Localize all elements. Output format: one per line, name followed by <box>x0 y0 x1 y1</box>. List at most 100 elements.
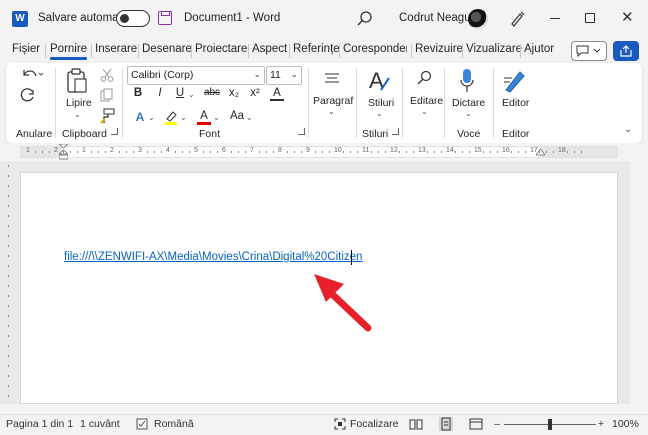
zoom-out-button[interactable]: – <box>494 418 500 430</box>
editor-icon[interactable] <box>502 68 526 94</box>
chevron-down-icon[interactable]: ⌄ <box>465 109 472 118</box>
ruler-tick <box>518 151 519 153</box>
clipboard-launcher-icon[interactable] <box>111 128 118 135</box>
font-name-dropdown[interactable]: Calibri (Corp) ⌄ <box>127 66 265 85</box>
zoom-level[interactable]: 100% <box>612 418 639 430</box>
text-effects-button[interactable]: A <box>131 110 149 124</box>
tab-layout[interactable]: Aspect <box>252 43 287 55</box>
redo-icon[interactable] <box>20 88 36 104</box>
ruler-number: 1 <box>82 147 86 154</box>
tab-file[interactable]: Fișier <box>12 43 40 55</box>
chevron-down-icon[interactable]: ⌄ <box>213 113 220 122</box>
font-launcher-icon[interactable] <box>298 128 305 135</box>
ruler-tick <box>217 151 218 153</box>
tab-insert[interactable]: Inserare <box>95 43 137 55</box>
vertical-scrollbar[interactable] <box>630 161 648 404</box>
subscript-button[interactable]: x₂ <box>227 87 241 99</box>
pen-icon[interactable] <box>508 10 526 28</box>
chevron-down-icon[interactable]: ⌄ <box>328 107 335 116</box>
editor-label[interactable]: Editor <box>502 97 529 109</box>
tab-separator <box>45 44 46 58</box>
close-icon[interactable]: ✕ <box>621 9 634 27</box>
page-count[interactable]: Pagina 1 din 1 <box>6 418 73 430</box>
underline-button[interactable]: U <box>173 87 187 99</box>
microphone-icon[interactable] <box>460 68 474 94</box>
bold-button[interactable]: B <box>131 87 145 99</box>
avatar[interactable] <box>468 9 488 29</box>
chevron-down-icon[interactable]: ⌄ <box>376 109 383 118</box>
zoom-slider-thumb[interactable] <box>548 419 552 430</box>
vruler-tick <box>8 245 9 247</box>
copy-icon[interactable] <box>100 88 114 102</box>
autosave-label: Salvare automată <box>38 12 129 24</box>
strikethrough-button[interactable]: abc <box>202 87 222 98</box>
tab-design[interactable]: Proiectare <box>195 43 247 55</box>
italic-button[interactable]: I <box>153 87 167 99</box>
styles-launcher-icon[interactable] <box>392 128 399 135</box>
highlight-icon[interactable] <box>163 109 179 125</box>
autosave-toggle[interactable] <box>116 10 150 27</box>
word-count[interactable]: 1 cuvânt <box>80 418 120 430</box>
chevron-down-icon[interactable]: ⌄ <box>180 113 187 122</box>
user-name[interactable]: Codrut Neagu <box>399 12 471 24</box>
styles-icon[interactable]: A <box>367 68 391 94</box>
focus-icon[interactable] <box>334 418 346 430</box>
minimize-icon[interactable] <box>550 18 560 19</box>
zoom-in-button[interactable]: + <box>598 418 604 430</box>
language[interactable]: Română <box>154 418 194 430</box>
annotation-arrow-icon <box>314 274 372 332</box>
chevron-down-icon[interactable]: ⌄ <box>148 113 155 122</box>
find-icon[interactable] <box>416 70 432 86</box>
paste-icon[interactable] <box>66 68 88 94</box>
ruler-number: 11 <box>362 147 370 154</box>
superscript-button[interactable]: x² <box>248 87 262 99</box>
tab-home[interactable]: Pornire <box>50 43 88 60</box>
ruler-number: 7 <box>250 147 254 154</box>
chevron-down-icon[interactable]: ⌄ <box>74 110 81 119</box>
collapse-ribbon-icon[interactable]: ⌄ <box>624 124 632 135</box>
read-mode-icon[interactable] <box>409 417 423 431</box>
vruler-tick <box>8 175 9 177</box>
tab-references[interactable]: Referințe <box>293 43 340 55</box>
chevron-down-icon[interactable]: ⌄ <box>246 113 253 122</box>
undo-icon[interactable] <box>20 67 44 81</box>
font-color-button[interactable]: A <box>197 110 211 125</box>
tab-mailings[interactable]: Corespondența <box>343 43 407 55</box>
web-layout-icon[interactable] <box>469 417 483 431</box>
paragraph-icon[interactable] <box>324 72 340 86</box>
tab-draw[interactable]: Desenare <box>142 43 192 55</box>
clear-formatting-button[interactable]: A <box>270 87 284 101</box>
paste-label[interactable]: Lipire <box>66 97 92 109</box>
maximize-icon[interactable] <box>585 13 595 23</box>
editing-label[interactable]: Editare <box>410 95 443 107</box>
print-layout-icon[interactable] <box>439 417 453 431</box>
ruler-number: 4 <box>166 147 170 154</box>
comments-button[interactable] <box>571 41 607 61</box>
styles-label[interactable]: Stiluri <box>368 97 394 109</box>
comment-icon <box>576 45 601 57</box>
tab-view[interactable]: Vizualizare <box>466 43 522 55</box>
ruler-tick <box>406 151 407 153</box>
focus-label[interactable]: Focalizare <box>350 418 398 430</box>
chevron-down-icon[interactable]: ⌄ <box>188 90 195 99</box>
group-label-undo: Anulare <box>16 128 53 140</box>
cut-icon[interactable] <box>100 68 114 82</box>
share-button[interactable] <box>613 41 639 61</box>
search-icon[interactable] <box>356 10 374 28</box>
ribbon-tabs: Fișier Pornire Inserare Desenare Proiect… <box>0 38 648 62</box>
chevron-down-icon[interactable]: ⌄ <box>421 107 428 116</box>
font-size-dropdown[interactable]: 11 ⌄ <box>266 66 302 85</box>
tab-help[interactable]: Ajutor <box>524 43 554 55</box>
paragraph-label[interactable]: Paragraf <box>313 95 353 107</box>
ruler-tick <box>70 151 71 153</box>
proofing-icon[interactable] <box>136 418 148 430</box>
tab-review[interactable]: Revizuire <box>415 43 463 55</box>
save-icon[interactable] <box>158 11 172 25</box>
ruler-tick <box>287 151 288 153</box>
format-painter-icon[interactable] <box>99 108 115 124</box>
change-case-button[interactable]: Aa <box>228 110 246 122</box>
ruler-number: 10 <box>334 147 342 154</box>
ruler-tick <box>203 151 204 153</box>
ruler-tick <box>266 151 267 153</box>
dictate-label[interactable]: Dictare <box>452 97 485 109</box>
